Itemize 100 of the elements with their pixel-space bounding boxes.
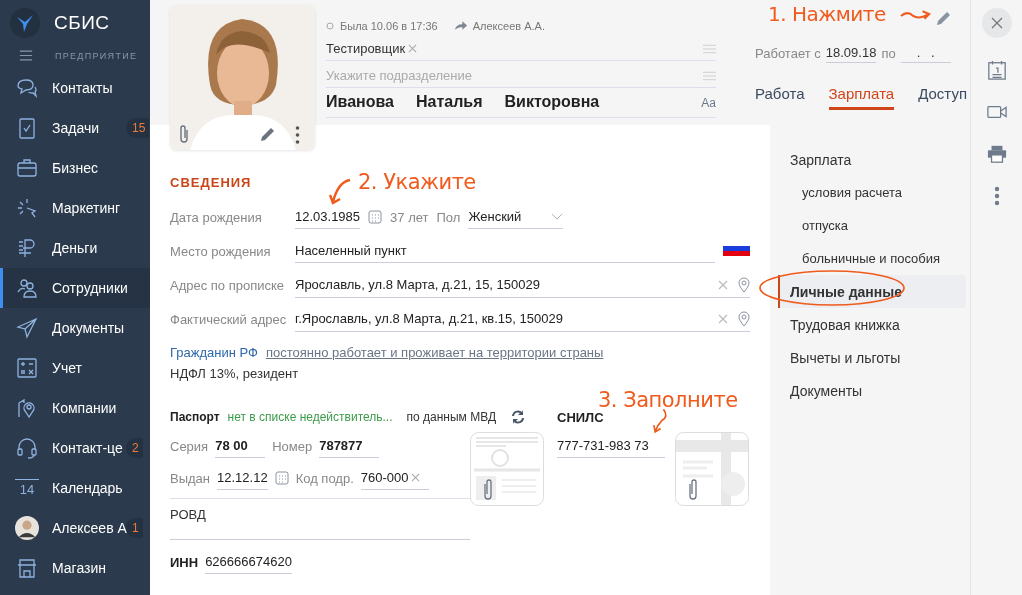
paperclip-icon[interactable] (178, 124, 190, 144)
tab[interactable]: Зарплата (828, 85, 895, 110)
field-label: Адрес по прописке (170, 277, 286, 293)
logo-icon (10, 8, 40, 38)
sidebar-item[interactable]: Компании (0, 388, 150, 428)
calendar-icon[interactable] (986, 60, 1007, 80)
inn-field[interactable]: 626666674620 (205, 550, 292, 574)
counter-badge: 2 (126, 438, 143, 458)
start-date-field[interactable]: 18.09.18 (825, 43, 877, 63)
nav-item[interactable]: Документы (770, 374, 966, 407)
tab[interactable]: Доступ (918, 85, 968, 110)
field-label: Дата рождения (170, 209, 263, 225)
series-field[interactable]: 78 00 (215, 434, 266, 458)
field-label: Пол (436, 209, 461, 225)
counter-badge: 15 (126, 118, 150, 138)
snils-scan-thumbnail[interactable] (675, 432, 749, 506)
clear-icon[interactable] (408, 44, 418, 53)
calculator-icon (15, 356, 39, 380)
age-text: 37 лет (390, 209, 429, 225)
avatar-icon (15, 516, 39, 540)
passport-check-text: нет в списке недействитель... (227, 410, 393, 424)
sidebar-item[interactable]: Учет (0, 348, 150, 388)
sidebar-item[interactable]: Алексеев А 1 (0, 508, 150, 548)
middle-name-field[interactable]: Викторовна (504, 93, 600, 111)
calendar-icon[interactable] (274, 471, 289, 485)
nav-item[interactable]: условия расчета (770, 176, 966, 209)
section-title: СВЕДЕНИЯ (170, 175, 252, 190)
number-field[interactable]: 787877 (319, 434, 380, 458)
annotation-text: 2. Укажите (358, 170, 476, 194)
issuer-field[interactable]: РОВД (170, 498, 470, 540)
passport-scan-thumbnail[interactable] (470, 432, 544, 506)
sidebar-item[interactable]: Бизнес (0, 148, 150, 188)
field-label: Серия (170, 438, 209, 454)
nav-item[interactable]: больничные и пособия (770, 242, 966, 275)
first-name-field[interactable]: Наталья (416, 93, 483, 111)
sidebar-item[interactable]: Маркетинг (0, 188, 150, 228)
sidebar-item[interactable]: Задачи 15 (0, 108, 150, 148)
clear-icon[interactable] (718, 279, 728, 290)
calendar-icon[interactable] (368, 210, 383, 224)
clear-icon[interactable] (411, 473, 421, 482)
headset-icon (15, 436, 39, 460)
birthplace-field[interactable]: Населенный пункт (295, 239, 715, 263)
chat-icon (15, 76, 39, 100)
address-field[interactable]: г.Ярославль, ул.8 Марта, д.21, кв.15, 150029 (295, 306, 750, 332)
status-icon (326, 22, 334, 30)
nav-item[interactable]: отпуска (770, 209, 966, 242)
birth-date-field[interactable]: 12.03.1985 (295, 205, 361, 229)
cursor-icon (15, 196, 39, 220)
more-icon[interactable] (295, 126, 300, 144)
issue-date-field[interactable]: 12.12.12 (217, 466, 268, 490)
section-label: ПРЕДПРИЯТИЕ (55, 50, 138, 61)
annotation-arrow (650, 408, 670, 434)
paper-plane-icon (15, 316, 39, 340)
field-label: Код подр. (295, 470, 354, 486)
font-button[interactable]: Aa (701, 96, 716, 110)
author-name: Алексеев А.А. (472, 20, 545, 32)
sidebar-item[interactable]: Магазин (0, 548, 150, 588)
sidebar-item[interactable]: 14 Календарь (0, 468, 150, 508)
address-field[interactable]: Ярославль, ул.8 Марта, д.21, 15, 150029 (295, 272, 750, 298)
location-icon[interactable] (738, 310, 750, 327)
location-icon[interactable] (738, 276, 750, 293)
snils-field[interactable]: 777-731-983 73 (557, 434, 665, 458)
clear-icon[interactable] (718, 313, 728, 324)
works-from-label: Работает с (755, 45, 821, 61)
tax-status-text: НДФЛ 13%, резидент (170, 366, 300, 383)
field-label: Фактический адрес (170, 311, 287, 327)
nav-item[interactable]: Зарплата (770, 143, 966, 176)
logo-text: СБИС (54, 12, 110, 34)
shop-icon (15, 556, 39, 580)
source-text: по данным МВД (406, 410, 497, 424)
sidebar-item[interactable]: Документы (0, 308, 150, 348)
people-icon (15, 276, 39, 300)
field-label: Номер (272, 438, 313, 454)
chevron-icon (551, 213, 564, 220)
sidebar-item[interactable]: Деньги (0, 228, 150, 268)
more-icon[interactable] (993, 186, 1000, 206)
residency-link[interactable]: постоянно работает и проживает на территории страны (265, 344, 604, 360)
close-button[interactable] (981, 8, 1012, 38)
nav-item[interactable]: Трудовая книжка (770, 308, 966, 341)
sidebar-item[interactable]: Сотрудники (0, 268, 150, 308)
position-field[interactable]: Тестировщик (326, 37, 716, 61)
last-name-field[interactable]: Иванова (326, 93, 394, 111)
status-text: Была 10.06 в 17:36 (340, 20, 438, 32)
tab[interactable]: Работа (755, 85, 805, 110)
gender-select[interactable]: Женский (468, 205, 564, 229)
briefcase-icon (15, 156, 39, 180)
nav-item[interactable]: Вычеты и льготы (770, 341, 966, 374)
end-date-field[interactable]: . . (900, 43, 951, 63)
citizenship-label: Гражданин РФ (170, 344, 258, 360)
sidebar-item[interactable]: Контакты (0, 68, 150, 108)
field-label: Выдан (170, 470, 210, 486)
counter-badge: 1 (126, 518, 143, 538)
field-label: Место рождения (170, 243, 272, 259)
printer-icon[interactable] (986, 144, 1007, 164)
sidebar-item[interactable]: Контакт-це 2 (0, 428, 150, 468)
menu-icon[interactable] (19, 50, 33, 61)
inn-label: ИНН (170, 554, 199, 570)
works-to-label: по (881, 45, 896, 61)
annotation-arrow (328, 178, 352, 206)
code-field[interactable]: 760-000 (360, 466, 429, 490)
